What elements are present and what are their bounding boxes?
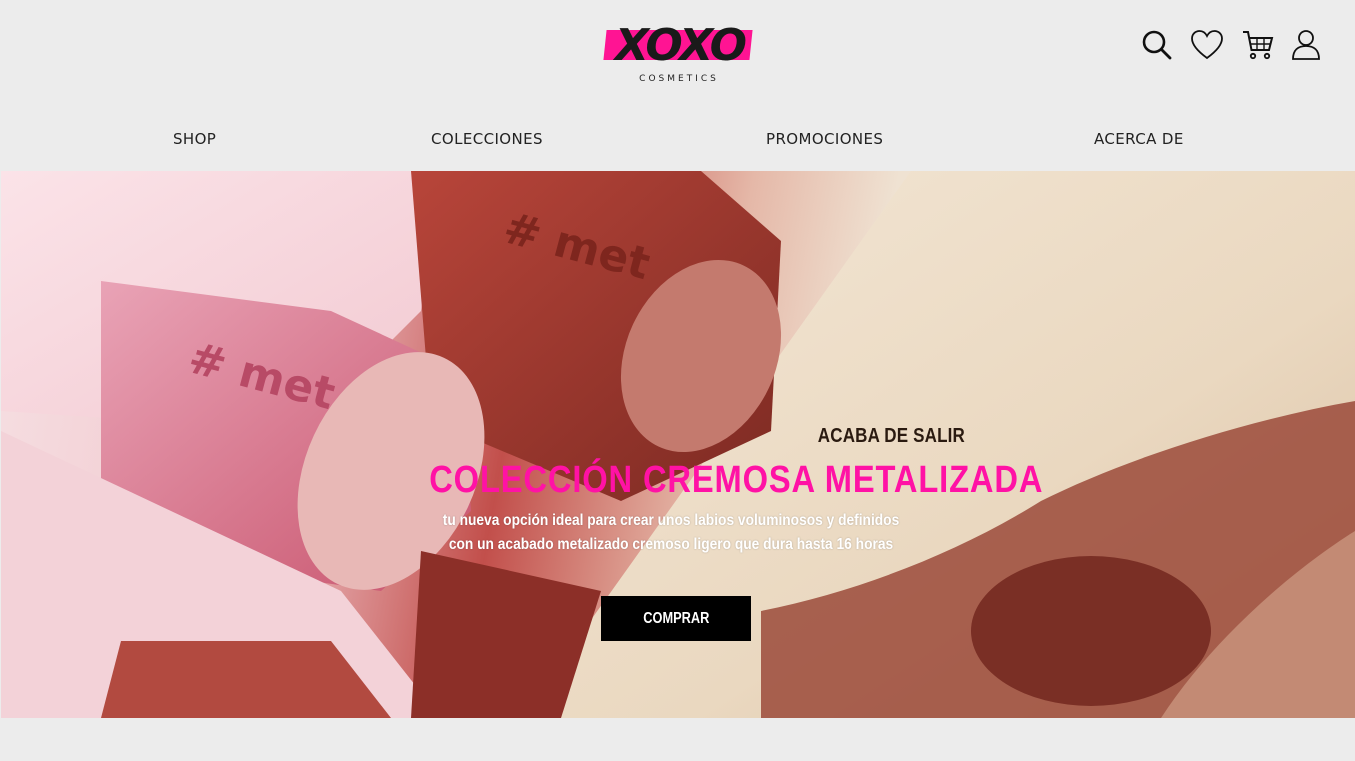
page: XOXO COSMETICS SHOP COLECCIONES PROMOCIO…: [0, 0, 1355, 761]
comprar-button[interactable]: COMPRAR: [601, 596, 751, 641]
hero-description: tu nueva opción ideal para crear unos la…: [422, 509, 921, 557]
header-icons: [1140, 28, 1324, 64]
site-header: XOXO COSMETICS: [0, 0, 1355, 110]
logo-subtitle: COSMETICS: [639, 74, 719, 84]
hero-description-line-2: con un acabado metalizado cremoso ligero…: [448, 536, 894, 553]
nav-item-acerca-de[interactable]: ACERCA DE: [1094, 130, 1184, 148]
brand-logo[interactable]: XOXO COSMETICS: [603, 18, 753, 86]
hero-title: COLECCIÓN CREMOSA METALIZADA: [429, 459, 1044, 501]
nav-item-promociones[interactable]: PROMOCIONES: [766, 130, 883, 148]
hero-description-line-1: tu nueva opción ideal para crear unos la…: [442, 512, 900, 529]
hero-eyebrow: ACABA DE SALIR: [817, 425, 965, 447]
cart-icon[interactable]: [1241, 28, 1275, 62]
hero-banner: # met # met ACABA DE SALIR COLECCIÓN CRE…: [1, 171, 1355, 718]
logo-wordmark: XOXO: [615, 20, 747, 71]
main-nav: SHOP COLECCIONES PROMOCIONES ACERCA DE: [0, 110, 1355, 170]
user-icon[interactable]: [1289, 28, 1323, 62]
nav-item-shop[interactable]: SHOP: [173, 130, 216, 148]
nav-item-colecciones[interactable]: COLECCIONES: [431, 130, 543, 148]
heart-icon[interactable]: [1190, 28, 1224, 62]
comprar-button-label: COMPRAR: [642, 609, 710, 627]
search-icon[interactable]: [1140, 28, 1174, 62]
